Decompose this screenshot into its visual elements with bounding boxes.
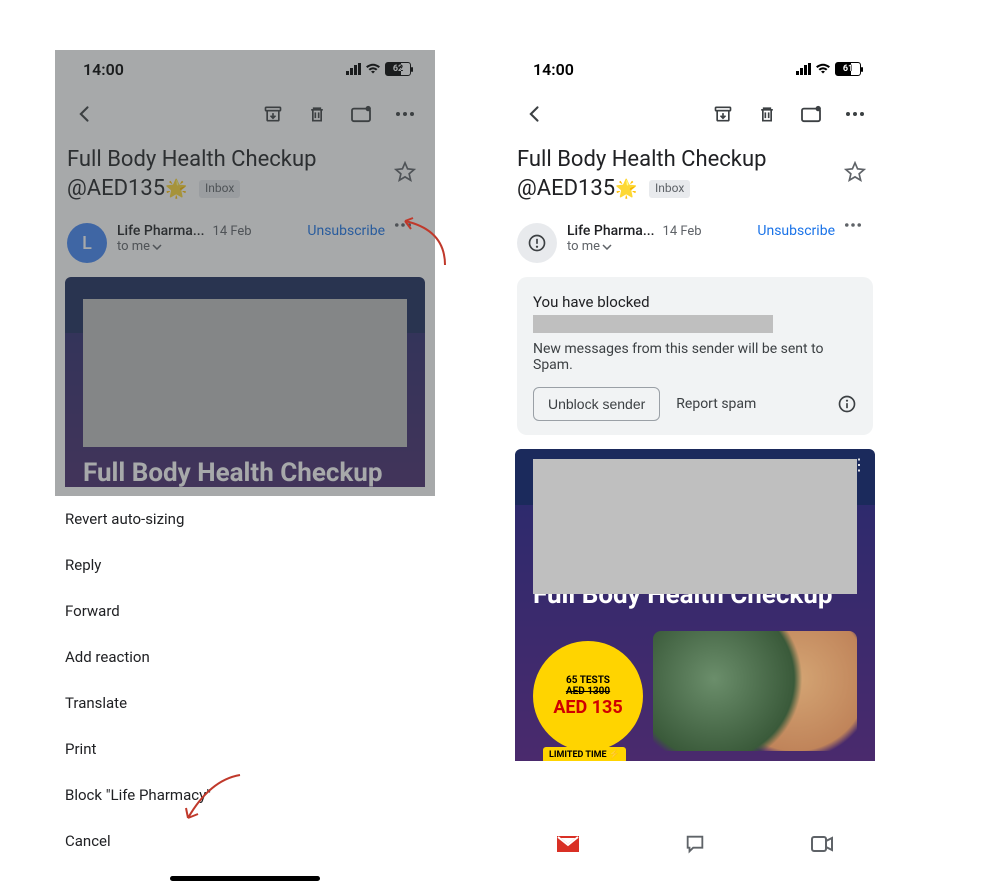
status-bar: 14:00 61 — [505, 50, 885, 88]
price-badge: 65 TESTS AED 1300 AED 135 LIMITED TIME ⚡ — [533, 641, 643, 751]
phone-right: 14:00 61 Full Body Health Checkup @AED13… — [505, 50, 885, 870]
home-indicator[interactable] — [170, 876, 320, 881]
limited-tag: LIMITED TIME ⚡ — [543, 747, 626, 761]
nav-meet[interactable] — [792, 824, 852, 864]
redacted-region — [533, 315, 773, 333]
toolbar — [505, 88, 885, 140]
subject-row: Full Body Health Checkup @AED135🌟 Inbox — [505, 140, 885, 211]
star-button[interactable] — [837, 154, 873, 190]
modal-overlay[interactable] — [55, 50, 435, 496]
status-icons: 61 — [796, 62, 861, 76]
delete-button[interactable] — [745, 92, 789, 136]
menu-add-reaction[interactable]: Add reaction — [55, 634, 435, 680]
menu-forward[interactable]: Forward — [55, 588, 435, 634]
status-time: 14:00 — [533, 60, 574, 79]
unblock-sender-button[interactable]: Unblock sender — [533, 387, 660, 421]
redacted-region — [533, 459, 857, 594]
email-subject: Full Body Health Checkup @AED135🌟 Inbox — [517, 146, 837, 203]
message-more-button[interactable] — [845, 223, 873, 227]
nav-mail[interactable] — [538, 824, 598, 864]
sender-name: Life Pharma... — [567, 223, 655, 239]
back-button[interactable] — [513, 92, 557, 136]
archive-button[interactable] — [701, 92, 745, 136]
wifi-icon — [815, 63, 831, 75]
action-sheet: Revert auto-sizing Reply Forward Add rea… — [55, 496, 435, 893]
menu-translate[interactable]: Translate — [55, 680, 435, 726]
sender-row: Life Pharma... 14 Feb to me Unsubscribe — [505, 211, 885, 277]
menu-print[interactable]: Print — [55, 726, 435, 772]
bottom-nav — [505, 818, 885, 870]
blocked-title: You have blocked — [533, 293, 857, 311]
more-button[interactable] — [833, 92, 877, 136]
report-spam-link[interactable]: Report spam — [676, 396, 756, 412]
menu-reply[interactable]: Reply — [55, 542, 435, 588]
info-icon[interactable] — [837, 394, 857, 414]
signal-icon — [796, 63, 811, 75]
blocked-banner: You have blocked New messages from this … — [517, 277, 873, 435]
menu-cancel[interactable]: Cancel — [55, 818, 435, 864]
sender-date: 14 Feb — [663, 224, 702, 239]
unsubscribe-link[interactable]: Unsubscribe — [757, 223, 835, 239]
hero-people-image — [653, 631, 857, 751]
sparkle-icon: 🌟 — [615, 178, 637, 199]
mark-unread-button[interactable] — [789, 92, 833, 136]
menu-revert-auto-sizing[interactable]: Revert auto-sizing — [55, 496, 435, 542]
inbox-chip[interactable]: Inbox — [649, 180, 690, 198]
nav-chat[interactable] — [665, 824, 725, 864]
blocked-icon — [527, 233, 547, 253]
menu-block-sender[interactable]: Block "Life Pharmacy" — [55, 772, 435, 818]
recipient-line[interactable]: to me — [567, 239, 747, 254]
sender-avatar-blocked[interactable] — [517, 223, 557, 263]
email-body: ⋮ Full Body Health Checkup 65 TESTS AED … — [515, 449, 875, 761]
blocked-description: New messages from this sender will be se… — [533, 341, 857, 373]
battery-icon: 61 — [835, 62, 861, 76]
